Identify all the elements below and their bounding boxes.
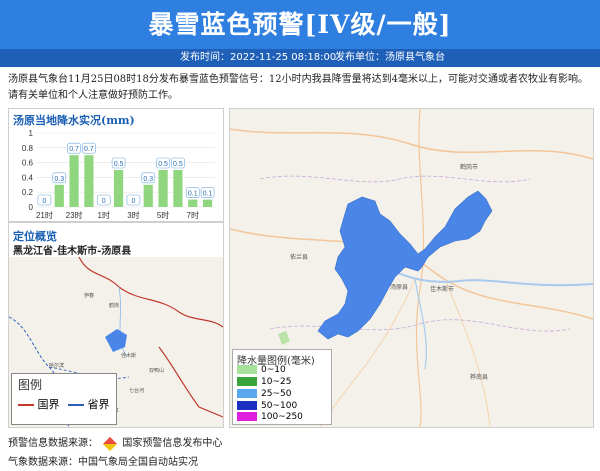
overview-map-label: 伊春 xyxy=(84,292,94,299)
main-map[interactable]: 汤原县 鹤岗市 佳木斯市 依兰县 桦南县 降水量图例(毫米) 0~10 10~2… xyxy=(229,108,594,428)
admin-border-line xyxy=(259,175,531,183)
bar-value-label: 0.3 xyxy=(54,176,64,183)
legend-label: 国界 xyxy=(37,398,60,411)
legend-swatch xyxy=(237,401,257,410)
publish-info-bar: 发布时间：2022-11-25 08:18:00 发布单位：汤原县气象台 xyxy=(0,49,600,67)
bar-value-label: 0.1 xyxy=(188,191,198,198)
y-tick-label: 0.8 xyxy=(22,144,34,153)
legend-label: 省界 xyxy=(87,398,110,411)
source1-value: 国家预警信息发布中心 xyxy=(122,438,223,449)
legend-label: 10~25 xyxy=(261,377,292,387)
legend-item-national: 国界 xyxy=(18,396,60,412)
bar-value-label: 0.7 xyxy=(84,146,94,153)
x-tick-label: 1时 xyxy=(98,210,110,220)
main-map-label: 佳木斯市 xyxy=(430,285,454,293)
warning-area-tangyuan xyxy=(317,190,493,340)
legend-row-10-25: 10~25 xyxy=(237,377,291,387)
location-path: 黑龙江省-佳木斯市-汤原县 xyxy=(13,246,132,257)
road-line xyxy=(230,228,593,320)
legend-label: 50~100 xyxy=(261,401,298,411)
main-map-label: 汤原县 xyxy=(390,283,408,291)
precip-bar xyxy=(113,170,124,207)
source-line-1: 预警信息数据来源： 国家预警信息发布中心 xyxy=(8,434,223,451)
y-tick-label: 0 xyxy=(29,203,34,212)
green-area xyxy=(278,331,290,345)
legend-label: 0~10 xyxy=(261,365,286,375)
bar-value-label: 0.5 xyxy=(158,161,168,168)
road-line xyxy=(444,278,491,427)
bar-value-label: 0.1 xyxy=(203,191,213,198)
bar-value-label: 0 xyxy=(102,198,106,205)
overview-map-label: 鹤岗 xyxy=(109,302,119,309)
overview-map-label: 七台河 xyxy=(129,387,144,394)
legend-row-25-50: 25~50 xyxy=(237,389,291,399)
source-line-2: 气象数据来源：中国气象局全国自动站实况 xyxy=(8,457,198,468)
y-tick-label: 0.2 xyxy=(22,188,34,197)
precip-legend: 降水量图例(毫米) 0~10 10~25 25~50 50~100 100~25… xyxy=(232,349,332,425)
bar-value-label: 0.3 xyxy=(143,176,153,183)
warning-center-logo-icon xyxy=(103,436,118,451)
warning-title: 暴雪蓝色预警[IV级/一般] xyxy=(0,0,600,49)
province-border-swatch xyxy=(68,404,84,406)
main-map-label: 依兰县 xyxy=(290,253,308,261)
precip-bar xyxy=(202,199,213,207)
x-tick-label: 21时 xyxy=(36,210,53,220)
x-tick-label: 3时 xyxy=(127,210,139,220)
x-tick-label: 5时 xyxy=(157,210,169,220)
main-map-label: 鹤岗市 xyxy=(460,163,478,171)
publisher: 发布单位：汤原县气象台 xyxy=(335,52,445,63)
national-border-line xyxy=(78,257,223,328)
overview-legend-title: 图例 xyxy=(18,378,43,392)
road-line xyxy=(230,128,593,160)
bar-value-label: 0.5 xyxy=(173,161,183,168)
precip-bar-chart: 1 0.8 0.6 0.4 0.2 0 0 0.3 0.7 0.7 0 0.5 0 0.3 0.5 0.5 0.… xyxy=(22,129,215,220)
national-border-swatch xyxy=(18,404,34,406)
legend-swatch xyxy=(237,377,257,386)
precip-bar xyxy=(84,155,94,207)
legend-row-50-100: 50~100 xyxy=(237,401,297,411)
legend-row-100-250: 100~250 xyxy=(237,412,303,422)
bar-value-label: 0.5 xyxy=(114,161,124,168)
legend-row-0-10: 0~10 xyxy=(237,365,286,375)
precip-bar xyxy=(54,184,64,207)
precip-bar xyxy=(69,155,79,207)
warning-description: 汤原县气象台11月25日08时18分发布暴雪蓝色预警信号：12小时内我县降雪量将… xyxy=(8,74,588,101)
overview-map[interactable]: 伊春 鹤岗 佳木斯 哈尔滨 双鸭山 七台河 牡丹江 图例 国界 省界 xyxy=(9,257,223,427)
precip-bar xyxy=(188,199,198,207)
overview-map-label: 双鸭山 xyxy=(149,367,164,374)
legend-swatch xyxy=(237,389,257,398)
bar-value-label: 0 xyxy=(42,198,46,205)
main-map-label: 桦南县 xyxy=(470,373,488,381)
legend-item-province: 省界 xyxy=(68,396,110,412)
precip-bar xyxy=(173,170,183,207)
x-tick-label: 7时 xyxy=(187,210,199,220)
legend-swatch xyxy=(237,365,257,374)
national-border-line xyxy=(158,346,223,418)
y-tick-label: 0.4 xyxy=(22,173,34,182)
source1-label: 预警信息数据来源： xyxy=(8,438,98,449)
overview-legend: 图例 国界 省界 xyxy=(11,373,117,425)
bar-value-label: 0 xyxy=(131,198,135,205)
location-panel: 定位概览 黑龙江省-佳木斯市-汤原县 伊春 鹤岗 佳木斯 哈尔滨 双鸭山 七台河… xyxy=(8,222,224,428)
legend-swatch xyxy=(237,412,257,421)
precip-bar xyxy=(143,184,153,207)
precip-bar xyxy=(158,170,168,207)
overview-map-label: 佳木斯 xyxy=(121,352,136,359)
publish-time: 发布时间：2022-11-25 08:18:00 xyxy=(180,52,337,63)
tangyuan-highlight xyxy=(105,329,127,352)
bar-value-label: 0.7 xyxy=(69,146,79,153)
overview-map-label: 哈尔滨 xyxy=(49,362,64,369)
y-tick-label: 0.6 xyxy=(22,159,34,168)
x-tick-label: 23时 xyxy=(66,210,83,220)
admin-border-line xyxy=(269,319,571,332)
y-tick-label: 1 xyxy=(29,129,34,138)
legend-label: 100~250 xyxy=(261,412,303,422)
legend-label: 25~50 xyxy=(261,389,292,399)
precip-panel: 汤原当地降水实况(mm) 1 0.8 0.6 0.4 0.2 0 0 0.3 0.7 0.7 0 0.… xyxy=(8,108,224,222)
